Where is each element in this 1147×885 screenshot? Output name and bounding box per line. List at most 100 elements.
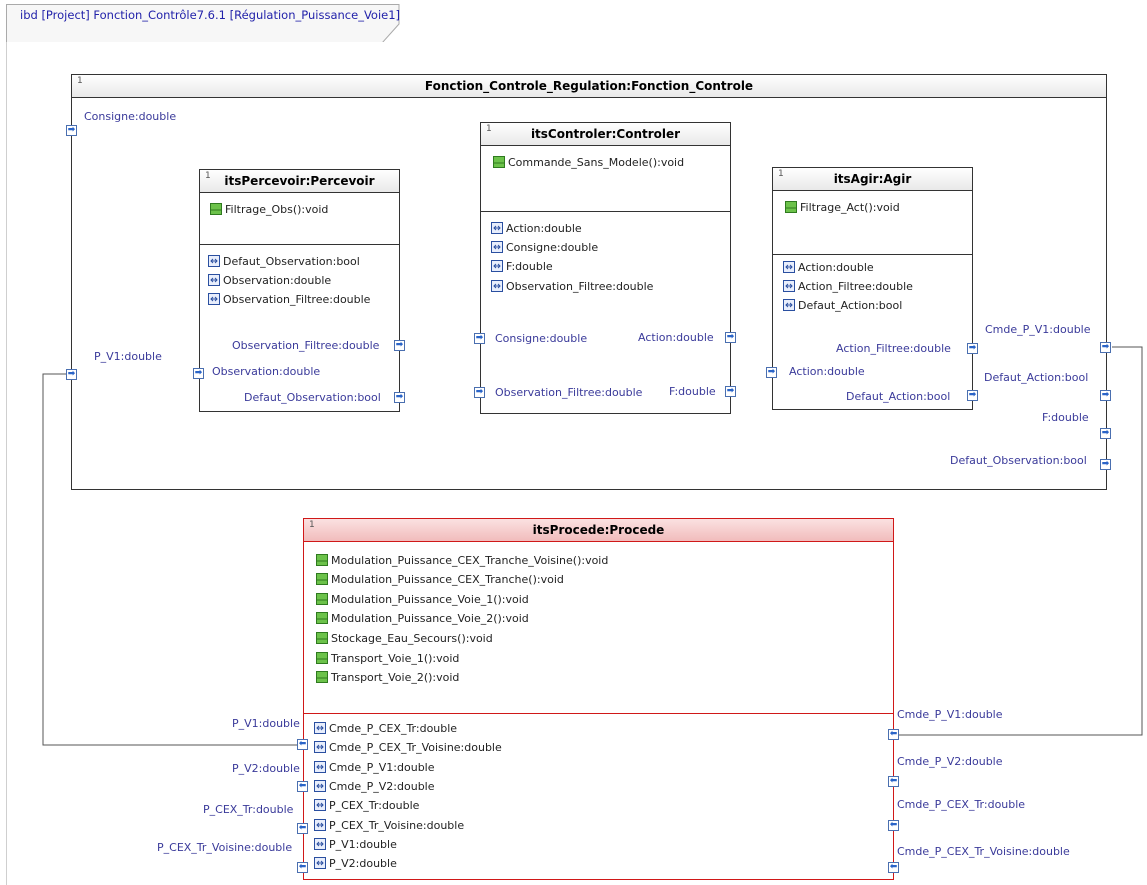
port-cmde-p-v1[interactable]: ➡ — [1100, 342, 1111, 353]
operation-icon — [316, 554, 328, 566]
attribute-item: Cmde_P_V2:double — [314, 779, 435, 795]
port-procede-p-v1[interactable]: ⬅ — [297, 739, 308, 750]
compartment-divider — [200, 244, 399, 245]
attribute-item: Action:double — [491, 221, 582, 237]
block-title: Fonction_Controle_Regulation:Fonction_Co… — [424, 79, 754, 93]
block-controler[interactable]: 1 itsControler:Controler Commande_Sans_M… — [480, 122, 731, 414]
port-label-action-out: Action:double — [638, 331, 714, 344]
port-label-procede-cmde-p-cex-tr-voisine: Cmde_P_CEX_Tr_Voisine:double — [897, 845, 1070, 858]
operation-item: Stockage_Eau_Secours():void — [316, 631, 493, 647]
port-action-out[interactable]: ➡ — [725, 332, 736, 343]
port-defaut-observation-out[interactable]: ➡ — [394, 392, 405, 403]
operation-item: Commande_Sans_Modele():void — [493, 155, 684, 171]
attribute-icon — [314, 857, 326, 869]
attribute-item: F:double — [491, 259, 553, 275]
port-label-procede-p-cex-tr-voisine: P_CEX_Tr_Voisine:double — [157, 841, 293, 854]
port-observation-filtree[interactable]: ➡ — [394, 340, 405, 351]
operation-icon — [316, 632, 328, 644]
port-action-filtree[interactable]: ➡ — [967, 343, 978, 354]
port-label-observation: Observation:double — [212, 365, 321, 378]
operation-item: Modulation_Puissance_CEX_Tranche():void — [316, 572, 564, 588]
port-label-observation-filtree-in: Observation_Filtree:double — [495, 386, 643, 399]
port-procede-p-cex-tr[interactable]: ⬅ — [297, 823, 308, 834]
operation-item: Modulation_Puissance_Voie_1():void — [316, 592, 529, 608]
port-label-cmde-p-v1: Cmde_P_V1:double — [985, 323, 1091, 336]
port-label-procede-cmde-p-v1: Cmde_P_V1:double — [897, 708, 1003, 721]
port-defaut-action[interactable]: ➡ — [1100, 390, 1111, 401]
attribute-icon — [314, 838, 326, 850]
operation-icon — [316, 652, 328, 664]
attribute-icon — [208, 274, 220, 286]
port-label-consigne-in: Consigne:double — [495, 332, 588, 345]
attribute-icon — [314, 722, 326, 734]
block-header: 1 itsPercevoir:Percevoir — [200, 170, 399, 193]
port-procede-cmde-p-v2[interactable]: ⬅ — [888, 776, 899, 787]
port-label-defaut-action-out: Defaut_Action:bool — [846, 390, 951, 403]
attribute-icon — [783, 261, 795, 273]
compartment-divider — [304, 713, 893, 714]
port-procede-p-v2[interactable]: ⬅ — [297, 781, 308, 792]
port-label-observation-filtree: Observation_Filtree:double — [232, 339, 380, 352]
block-title: itsControler:Controler — [530, 127, 681, 141]
attribute-item: P_CEX_Tr:double — [314, 798, 419, 814]
frame-title: ibd [Project] Fonction_Contrôle7.6.1 [Ré… — [20, 8, 401, 22]
port-label-defaut-observation-out: Defaut_Observation:bool — [244, 391, 381, 404]
port-label-f: F:double — [1042, 411, 1089, 424]
block-title: itsPercevoir:Percevoir — [224, 174, 375, 188]
port-consigne[interactable]: ➡ — [66, 125, 77, 136]
attribute-icon — [491, 222, 503, 234]
attribute-item: Defaut_Action:bool — [783, 298, 902, 314]
port-label-consigne: Consigne:double — [84, 110, 177, 123]
attribute-item: Observation_Filtree:double — [208, 292, 370, 308]
attribute-icon — [783, 299, 795, 311]
operation-icon — [316, 593, 328, 605]
attribute-item: Cmde_P_CEX_Tr:double — [314, 721, 457, 737]
port-label-f-out: F:double — [669, 385, 716, 398]
port-action-in[interactable]: ➡ — [766, 367, 777, 378]
port-defaut-observation[interactable]: ➡ — [1100, 459, 1111, 470]
attribute-item: Observation:double — [208, 273, 331, 289]
operation-icon — [493, 156, 505, 168]
port-p-v1[interactable]: ➡ — [66, 369, 77, 380]
attribute-icon — [314, 761, 326, 773]
port-procede-p-cex-tr-voisine[interactable]: ⬅ — [297, 862, 308, 873]
operation-item: Filtrage_Act():void — [785, 200, 900, 216]
compartment-divider — [481, 211, 730, 212]
attribute-icon — [208, 255, 220, 267]
attribute-icon — [491, 260, 503, 272]
operation-icon — [785, 201, 797, 213]
port-observation[interactable]: ➡ — [193, 368, 204, 379]
port-consigne-in[interactable]: ➡ — [474, 333, 485, 344]
port-f-out[interactable]: ➡ — [725, 386, 736, 397]
block-header: 1 itsProcede:Procede — [304, 519, 893, 542]
port-observation-filtree-in[interactable]: ➡ — [474, 387, 485, 398]
attribute-item: P_CEX_Tr_Voisine:double — [314, 818, 464, 834]
block-title: itsProcede:Procede — [532, 523, 665, 537]
operation-icon — [316, 612, 328, 624]
operation-icon — [316, 671, 328, 683]
port-label-procede-cmde-p-cex-tr: Cmde_P_CEX_Tr:double — [897, 798, 1026, 811]
port-label-action-in: Action:double — [789, 365, 865, 378]
port-procede-cmde-p-v1[interactable]: ⬅ — [888, 729, 899, 740]
attribute-icon — [491, 280, 503, 292]
attribute-item: Action_Filtree:double — [783, 279, 913, 295]
port-label-p-v1: P_V1:double — [94, 350, 162, 363]
block-procede[interactable]: 1 itsProcede:Procede Modulation_Puissanc… — [303, 518, 894, 880]
port-procede-cmde-p-cex-tr-voisine[interactable]: ⬅ — [888, 862, 899, 873]
port-defaut-action-out[interactable]: ➡ — [967, 390, 978, 401]
port-procede-cmde-p-cex-tr[interactable]: ⬅ — [888, 820, 899, 831]
attribute-item: P_V2:double — [314, 856, 397, 872]
port-f[interactable]: ➡ — [1100, 428, 1111, 439]
operation-item: Transport_Voie_2():void — [316, 670, 459, 686]
attribute-item: Consigne:double — [491, 240, 598, 256]
attribute-icon — [208, 293, 220, 305]
attribute-icon — [314, 819, 326, 831]
operation-item: Modulation_Puissance_CEX_Tranche_Voisine… — [316, 553, 608, 569]
attribute-icon — [314, 780, 326, 792]
port-label-defaut-action: Defaut_Action:bool — [984, 371, 1089, 384]
block-header: 1 Fonction_Controle_Regulation:Fonction_… — [72, 75, 1106, 98]
port-label-procede-p-v1: P_V1:double — [232, 717, 300, 730]
attribute-item: Observation_Filtree:double — [491, 279, 653, 295]
operation-item: Modulation_Puissance_Voie_2():void — [316, 611, 529, 627]
attribute-icon — [314, 741, 326, 753]
